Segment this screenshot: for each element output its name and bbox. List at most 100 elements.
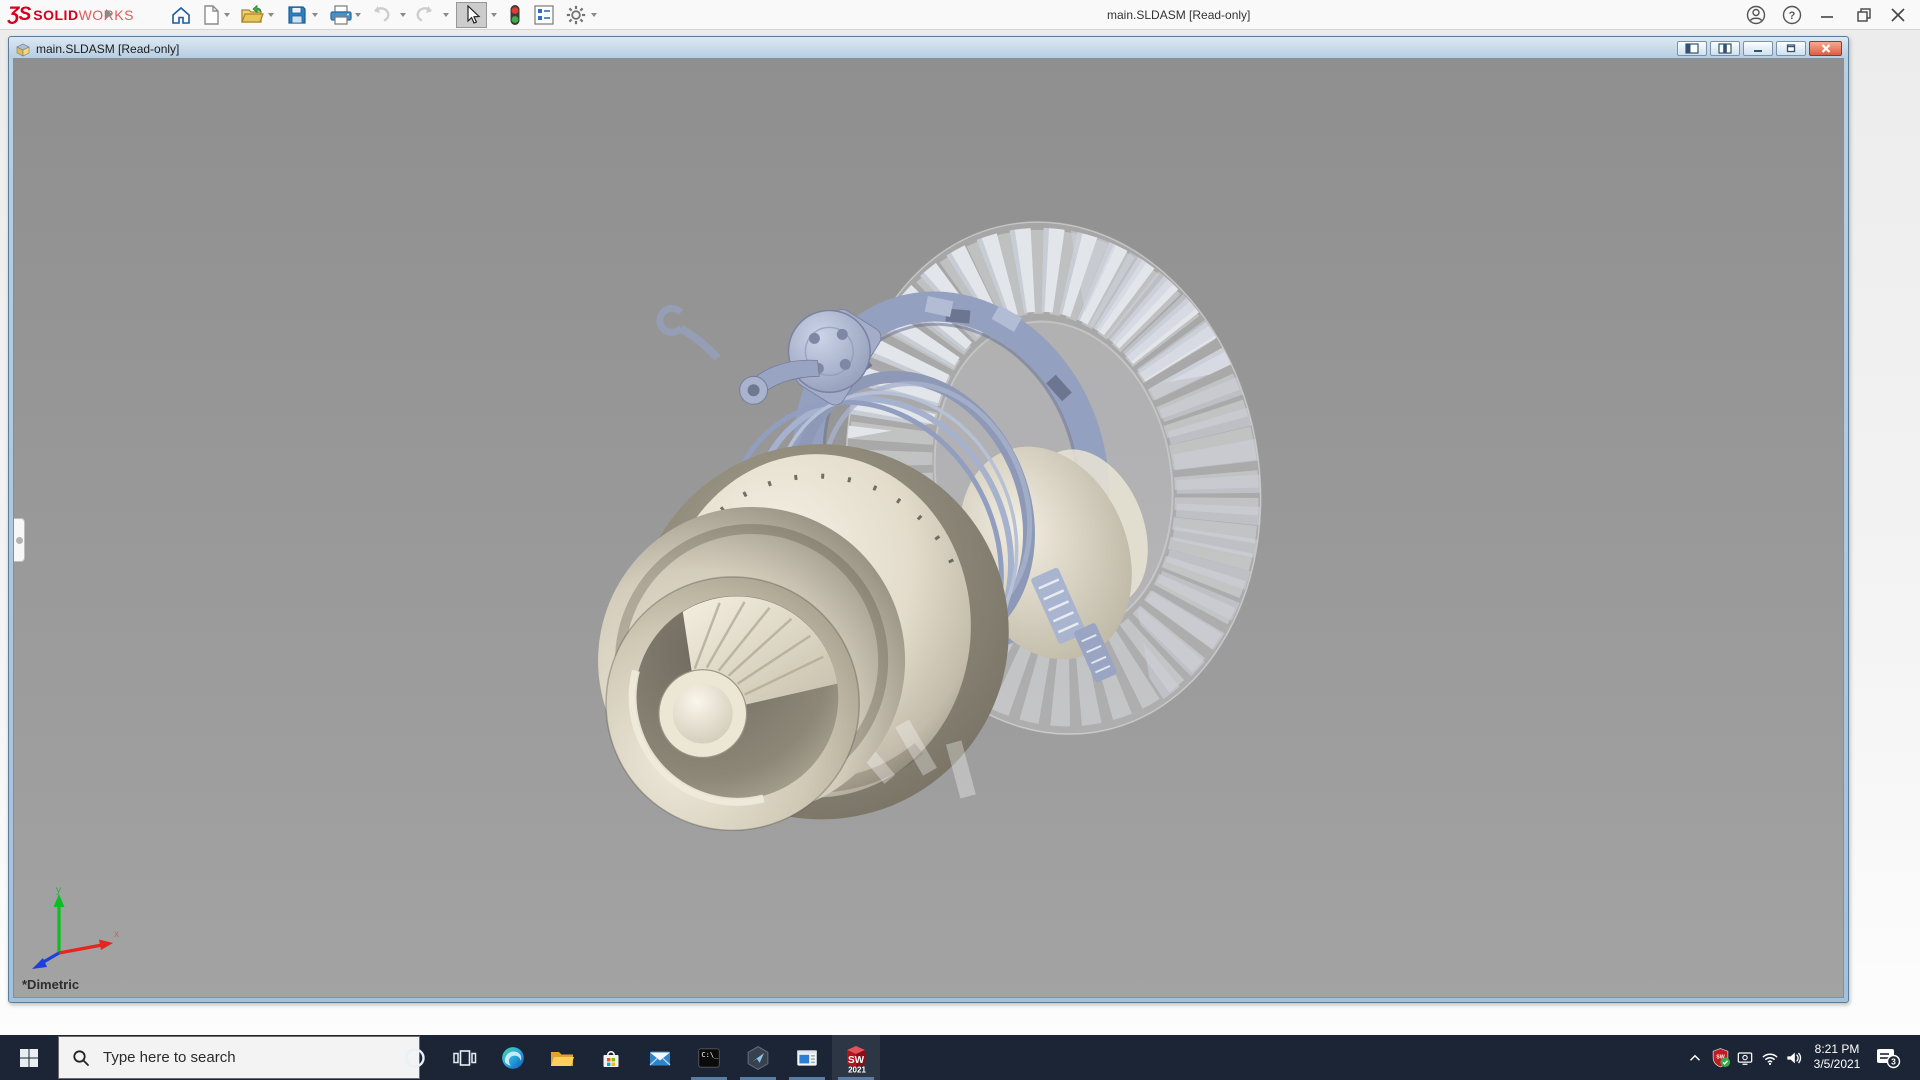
tray-action-center[interactable]: 3 — [1874, 1035, 1902, 1080]
app-window-title: main.SLDASM [Read-only] — [1107, 8, 1251, 22]
view-orientation-label: *Dimetric — [22, 977, 80, 992]
mdi-background: main.SLDASM [Read-only] y x *Dimetric — [0, 30, 1920, 1035]
taskbar-solidworks[interactable]: SW 2021 — [832, 1035, 880, 1080]
options-button[interactable] — [564, 3, 588, 27]
selection-filter-button[interactable] — [505, 3, 525, 27]
chevron-up-icon — [1689, 1054, 1701, 1061]
solidworks-logo-glyph: ƷS — [8, 4, 31, 25]
undo-button[interactable] — [369, 3, 393, 27]
file-properties-icon — [534, 5, 554, 25]
document-title: main.SLDASM [Read-only] — [36, 41, 180, 56]
select-arrow-icon — [466, 5, 480, 24]
svg-text:2021: 2021 — [848, 1065, 866, 1074]
gear-icon — [566, 5, 586, 25]
solidworks-logo: ƷS SOLID WORKS — [8, 4, 134, 25]
app-titlebar: ƷS SOLID WORKS main.SLDASM [Read-only] ? — [0, 0, 1920, 30]
speaker-icon — [1787, 1052, 1802, 1063]
taskbar-edge[interactable] — [489, 1035, 537, 1080]
file-properties-button[interactable] — [532, 3, 556, 27]
orientation-triad: y x — [32, 885, 119, 969]
restore-button[interactable] — [1853, 4, 1875, 26]
windows-taskbar: Type here to search C:\_ SW 2021 SW 8:21… — [0, 1035, 1920, 1080]
graphics-viewport[interactable]: y x *Dimetric — [13, 58, 1844, 998]
doc-restore-button[interactable] — [1776, 41, 1806, 56]
clock-date: 3/5/2021 — [1813, 1057, 1861, 1071]
user-account-icon — [1746, 5, 1766, 25]
tray-volume[interactable] — [1782, 1035, 1806, 1080]
taskbar-hexagon-app[interactable] — [734, 1035, 782, 1080]
window-app-icon — [797, 1049, 817, 1066]
taskbar-search-input[interactable]: Type here to search — [58, 1036, 420, 1079]
stoplight-icon — [510, 5, 520, 25]
new-document-icon — [204, 5, 219, 25]
open-folder-icon — [241, 4, 264, 23]
save-dropdown[interactable] — [312, 13, 318, 17]
taskbar-task-view[interactable] — [440, 1035, 488, 1080]
tray-show-hidden-icons[interactable] — [1683, 1035, 1707, 1080]
microsoft-store-icon — [603, 1050, 619, 1067]
tray-solidworks-status[interactable]: SW — [1708, 1035, 1732, 1080]
doc-minimize-button[interactable] — [1743, 41, 1773, 56]
mail-icon — [649, 1051, 671, 1065]
home-button[interactable] — [169, 3, 193, 27]
open-button[interactable] — [240, 3, 264, 27]
undo-dropdown[interactable] — [400, 13, 406, 17]
tray-network[interactable] — [1758, 1035, 1782, 1080]
notification-icon: 3 — [1876, 1049, 1900, 1069]
solidworks-shield-icon: SW — [1712, 1048, 1730, 1068]
new-document-dropdown[interactable] — [224, 13, 230, 17]
notification-badge: 3 — [1891, 1057, 1896, 1067]
doc-close-icon — [1821, 44, 1830, 53]
options-dropdown[interactable] — [591, 13, 597, 17]
redo-dropdown[interactable] — [443, 13, 449, 17]
feature-pane-splitter[interactable] — [14, 518, 25, 562]
split-pane-button[interactable] — [1710, 41, 1740, 56]
help-icon: ? — [1782, 5, 1802, 25]
clock-time: 8:21 PM — [1814, 1042, 1860, 1056]
doc-close-button[interactable] — [1809, 41, 1842, 56]
help-button[interactable]: ? — [1781, 4, 1803, 26]
svg-text:C:\_: C:\_ — [701, 1049, 719, 1058]
home-icon — [172, 6, 190, 24]
collapse-left-pane-button[interactable] — [1677, 41, 1707, 56]
new-document-button[interactable] — [199, 3, 223, 27]
undo-icon — [374, 6, 390, 22]
open-dropdown[interactable] — [268, 13, 274, 17]
minimize-button[interactable] — [1816, 4, 1838, 26]
save-button[interactable] — [285, 3, 309, 27]
redo-icon — [416, 6, 432, 22]
axis-y-label: y — [56, 885, 61, 896]
print-button[interactable] — [329, 3, 353, 27]
tray-clock[interactable]: 8:21 PM 3/5/2021 — [1806, 1042, 1868, 1072]
select-tool-dropdown[interactable] — [491, 13, 497, 17]
menu-expand-arrow[interactable] — [106, 9, 112, 19]
redo-button[interactable] — [413, 3, 437, 27]
close-button[interactable] — [1887, 4, 1909, 26]
taskbar-window-app[interactable] — [783, 1035, 831, 1080]
close-icon — [1891, 8, 1905, 22]
task-view-icon — [452, 1049, 476, 1066]
svg-text:SW: SW — [848, 1055, 865, 1066]
account-button[interactable] — [1745, 4, 1767, 26]
assembly-document-icon — [16, 43, 30, 56]
search-icon — [72, 1049, 90, 1067]
taskbar-command-prompt[interactable]: C:\_ — [685, 1035, 733, 1080]
taskbar-microsoft-store[interactable] — [587, 1035, 635, 1080]
print-dropdown[interactable] — [355, 13, 361, 17]
print-icon — [330, 5, 352, 25]
engine-3d-model[interactable] — [14, 59, 1843, 997]
tray-meet-now[interactable] — [1733, 1035, 1757, 1080]
solidworks-app-icon: SW 2021 — [847, 1045, 866, 1074]
edge-icon — [502, 1046, 524, 1069]
restore-icon — [1857, 8, 1871, 22]
cortana-icon — [405, 1047, 425, 1068]
document-window: main.SLDASM [Read-only] y x *Dimetric — [8, 36, 1849, 1003]
select-tool-button[interactable] — [456, 2, 487, 28]
taskbar-mail[interactable] — [636, 1035, 684, 1080]
start-button[interactable] — [0, 1035, 58, 1080]
axis-x-label: x — [114, 929, 119, 940]
taskbar-cortana[interactable] — [391, 1035, 439, 1080]
pane-left-icon — [1685, 43, 1699, 54]
taskbar-file-explorer[interactable] — [538, 1035, 586, 1080]
hexagon-app-icon — [747, 1045, 769, 1070]
